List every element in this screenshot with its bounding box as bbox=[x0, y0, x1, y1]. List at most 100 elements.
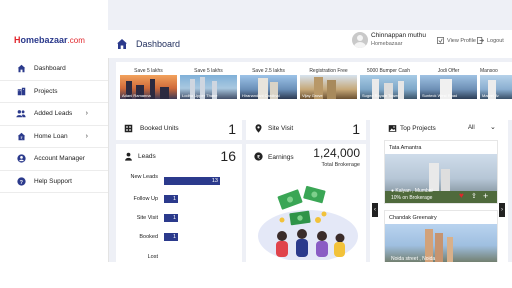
offer-card[interactable]: Save 5 lakhs Lodha Upper Thane bbox=[180, 67, 237, 104]
sidebar-item-label: Dashboard bbox=[34, 65, 66, 73]
main-content: Save 5 lakhs Adani Ramanna Save 5 lakhs … bbox=[108, 58, 512, 262]
project-card[interactable]: Chandak Greenairy Noida street , Noida bbox=[384, 210, 498, 262]
sidebar-item-label: Help Support bbox=[34, 177, 72, 185]
project-card[interactable]: Tata Amantra ● Kalyan , Mumbai 10% on Br… bbox=[384, 140, 498, 204]
logo-area: Homebazaar.com bbox=[0, 0, 108, 60]
top-projects-title: Top Projects bbox=[400, 125, 436, 132]
offer-label: Jodi Offer bbox=[437, 68, 460, 74]
sidebar-item-label: Added Leads bbox=[34, 110, 73, 118]
offer-label: 5000 Bumper Cash bbox=[366, 68, 411, 74]
project-image: ● Kalyan , Mumbai 10% on Brokerage ♥ ⇪ + bbox=[385, 154, 497, 203]
chevron-right-icon: › bbox=[85, 132, 88, 140]
lead-row-bar: 1 bbox=[164, 195, 178, 203]
offer-image: Hiranandani Cardinal bbox=[240, 75, 297, 99]
brand-logo[interactable]: Homebazaar.com bbox=[14, 35, 85, 45]
pin-icon: ● bbox=[391, 188, 395, 194]
page-title: Dashboard bbox=[136, 39, 181, 49]
offer-caption: Hiranandani Cardinal bbox=[242, 93, 280, 98]
logout-link[interactable]: Logout bbox=[477, 37, 504, 44]
sidebar-item-account-manager[interactable]: Account Manager bbox=[0, 148, 108, 171]
avatar[interactable] bbox=[352, 32, 368, 48]
carousel-next-arrow[interactable]: › bbox=[499, 203, 505, 217]
sidebar-item-projects[interactable]: Projects bbox=[0, 81, 108, 103]
site-visit-card[interactable]: Site Visit 1 bbox=[246, 118, 366, 140]
project-location-text: Kalyan , Mumbai bbox=[395, 188, 433, 194]
earnings-subtitle: Total Brokerage bbox=[321, 162, 360, 168]
offer-image: Lodha Upper Thane bbox=[180, 75, 237, 99]
lead-row-label: Site Visit bbox=[136, 215, 158, 221]
share-icon[interactable]: ⇪ bbox=[471, 192, 477, 200]
filter-select[interactable]: All bbox=[468, 125, 475, 131]
booked-units-value: 1 bbox=[228, 121, 236, 137]
house-rupee-icon: ₹ bbox=[17, 132, 25, 140]
logout-icon bbox=[477, 37, 484, 44]
offer-caption: Adani Ramanna bbox=[122, 93, 151, 98]
user-circle-icon bbox=[16, 154, 26, 163]
profile-icon bbox=[437, 37, 444, 44]
earnings-illustration bbox=[258, 185, 358, 260]
sidebar-item-dashboard[interactable]: Dashboard bbox=[0, 58, 108, 81]
building-icon bbox=[17, 87, 25, 95]
offer-card[interactable]: Mansoo Marvel Ar bbox=[480, 67, 512, 104]
offer-card[interactable]: Save 2.5 lakhs Hiranandani Cardinal bbox=[240, 67, 297, 104]
logo-domain: .com bbox=[67, 36, 85, 45]
page-header: Dashboard bbox=[108, 30, 180, 58]
view-profile-link[interactable]: View Profile bbox=[437, 37, 476, 44]
sidebar: Dashboard Projects Added Leads › ₹ Home … bbox=[0, 58, 109, 262]
lead-row-label: New Leads bbox=[130, 174, 158, 180]
sidebar-item-help-support[interactable]: ? Help Support bbox=[0, 171, 108, 193]
offer-label: Registration Free bbox=[309, 68, 348, 74]
offer-caption: Sunteck West Road bbox=[422, 93, 458, 98]
leads-card: Leads 16 New Leads 13 Follow Up 1 Site V… bbox=[116, 144, 242, 262]
svg-text:?: ? bbox=[19, 180, 22, 186]
offer-card[interactable]: Registration Free Vijay Grove bbox=[300, 67, 357, 104]
offer-caption: Sugee Royale Tower bbox=[362, 93, 399, 98]
offer-card[interactable]: 5000 Bumper Cash Sugee Royale Tower bbox=[360, 67, 417, 104]
heart-icon[interactable]: ♥ bbox=[459, 191, 464, 200]
earnings-label: Earnings bbox=[268, 154, 294, 161]
project-location: Noida street , Noida bbox=[391, 256, 436, 262]
sidebar-item-added-leads[interactable]: Added Leads › bbox=[0, 103, 108, 126]
sidebar-item-home-loan[interactable]: ₹ Home Loan › bbox=[0, 126, 108, 148]
earnings-value: 1,24,000 bbox=[313, 146, 360, 160]
offers-carousel: Save 5 lakhs Adani Ramanna Save 5 lakhs … bbox=[116, 62, 512, 120]
user-org: Homebazaar bbox=[371, 41, 403, 47]
project-name: Tata Amantra bbox=[389, 145, 422, 151]
user-profile[interactable]: Chinnappan muthu Homebazaar bbox=[352, 32, 426, 48]
offer-card[interactable]: Save 5 lakhs Adani Ramanna bbox=[120, 67, 177, 104]
offer-card[interactable]: Jodi Offer Sunteck West Road bbox=[420, 67, 477, 104]
offer-image: Sugee Royale Tower bbox=[360, 75, 417, 99]
user-name: Chinnappan muthu bbox=[371, 32, 426, 39]
rupee-coin-icon: ₹ bbox=[254, 152, 263, 161]
offer-image: Marvel Ar bbox=[480, 75, 512, 99]
sidebar-item-label: Account Manager bbox=[34, 155, 85, 163]
lead-row-bar: 13 bbox=[164, 177, 220, 185]
home-icon bbox=[117, 39, 127, 49]
lead-row-bar: 1 bbox=[164, 233, 178, 241]
offer-caption: Vijay Grove bbox=[302, 93, 323, 98]
home-icon bbox=[17, 65, 25, 73]
user-icon bbox=[125, 152, 132, 161]
project-name: Chandak Greenairy bbox=[389, 215, 437, 221]
site-visit-label: Site Visit bbox=[268, 125, 294, 132]
leads-label: Leads bbox=[138, 153, 156, 160]
booked-units-card[interactable]: Booked Units 1 bbox=[116, 118, 242, 140]
image-icon bbox=[388, 125, 397, 132]
building-icon bbox=[124, 124, 133, 133]
offer-caption: Marvel Ar bbox=[482, 93, 499, 98]
svg-text:₹: ₹ bbox=[257, 155, 260, 161]
chevron-down-icon[interactable]: ⌄ bbox=[490, 123, 496, 131]
project-location: ● Kalyan , Mumbai bbox=[391, 188, 433, 194]
chevron-right-icon: › bbox=[85, 110, 88, 118]
lead-row-bar: 1 bbox=[164, 214, 178, 222]
view-profile-label: View Profile bbox=[447, 37, 476, 44]
project-brokerage: 10% on Brokerage bbox=[391, 195, 433, 201]
logout-label: Logout bbox=[487, 37, 504, 44]
users-icon bbox=[16, 110, 26, 118]
lead-row-label: Lost bbox=[147, 254, 158, 260]
offer-label: Save 5 lakhs bbox=[134, 68, 163, 74]
offer-label: Save 5 lakhs bbox=[194, 68, 223, 74]
add-icon[interactable]: + bbox=[483, 191, 488, 201]
logo-text: omebazaar bbox=[20, 35, 68, 45]
carousel-prev-arrow[interactable]: ‹ bbox=[372, 203, 378, 217]
